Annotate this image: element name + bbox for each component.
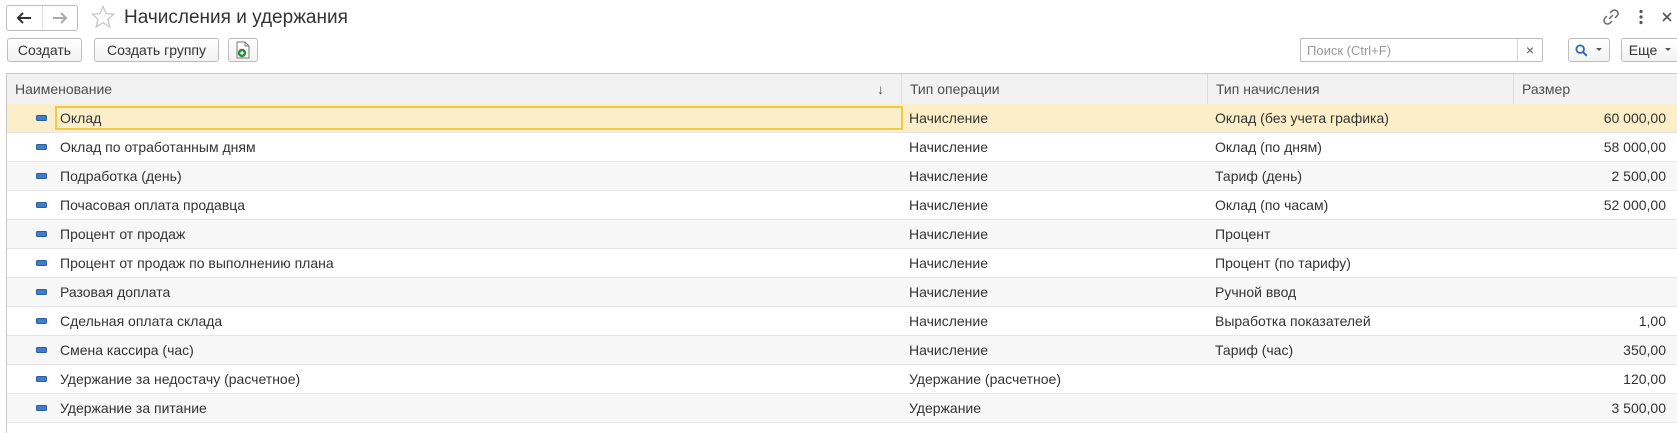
create-group-button[interactable]: Создать группу	[94, 38, 219, 62]
back-button[interactable]	[7, 6, 42, 30]
excel-export-icon	[236, 41, 250, 59]
more-menu-button[interactable]	[1632, 8, 1650, 26]
cell-accrual-type: Ручной ввод	[1215, 284, 1297, 300]
cell-operation: Удержание (расчетное)	[909, 371, 1061, 387]
favorite-button[interactable]	[90, 4, 116, 29]
table-row[interactable]: Сдельная оплата склада Начисление Выработк…	[7, 307, 1677, 336]
cell-size: 120,00	[1623, 371, 1666, 387]
cell-name: Подработка (день)	[60, 168, 182, 184]
cell-size: 2 500,00	[1611, 168, 1667, 184]
column-header-size[interactable]: Размер	[1513, 74, 1677, 104]
star-icon	[90, 4, 116, 29]
search-icon	[1574, 43, 1588, 57]
table-row[interactable]: Процент от продаж Начисление Процент	[7, 220, 1677, 249]
cell-name: Почасовая оплата продавца	[60, 197, 246, 213]
cell-size: 1,00	[1638, 313, 1666, 329]
link-icon	[1603, 9, 1619, 25]
caret-down-icon	[1595, 48, 1602, 51]
cell-operation: Начисление	[909, 168, 988, 184]
navigation-buttons	[6, 5, 78, 31]
list-item-icon	[36, 115, 47, 121]
cell-accrual-type: Оклад (без учета графика)	[1215, 110, 1389, 126]
cell-operation: Начисление	[909, 226, 988, 242]
list-item-icon	[36, 405, 47, 411]
forward-button[interactable]	[41, 6, 78, 30]
toolbar: Создать Создать группу × Еще	[0, 36, 1677, 66]
table-header: Наименование ↓ Тип операции Тип начислен…	[7, 74, 1677, 105]
cell-operation: Начисление	[909, 255, 988, 271]
cell-operation: Начисление	[909, 313, 988, 329]
list-item-icon	[36, 231, 47, 237]
sort-descending-icon: ↓	[877, 81, 884, 97]
column-header-name[interactable]: Наименование	[7, 74, 901, 104]
vertical-dots-icon	[1639, 9, 1643, 25]
list-item-icon	[36, 173, 47, 179]
cell-focus-frame	[55, 106, 903, 130]
cell-accrual-type: Тариф (час)	[1215, 342, 1294, 358]
link-button[interactable]	[1602, 8, 1620, 26]
list-item-icon	[36, 260, 47, 266]
cell-accrual-type: Процент (по тарифу)	[1215, 255, 1351, 271]
list-item-icon	[36, 144, 47, 150]
table-row[interactable]: Смена кассира (час) Начисление Тариф (час)…	[7, 336, 1677, 365]
page-title: Начисления и удержания	[124, 7, 348, 28]
cell-size: 58 000,00	[1603, 139, 1666, 155]
list-item-icon	[36, 376, 47, 382]
cell-name: Смена кассира (час)	[60, 342, 194, 358]
cell-operation: Удержание	[909, 400, 982, 416]
table-row[interactable]: Удержание за питание Удержание 3 500,00	[7, 394, 1677, 423]
create-button[interactable]: Создать	[7, 38, 82, 62]
cell-size: 350,00	[1623, 342, 1666, 358]
table-row[interactable]: Оклад Начисление Оклад (без учета графика)…	[7, 104, 1677, 133]
export-excel-button[interactable]	[228, 38, 258, 62]
table-row[interactable]: Процент от продаж по выполнению плана Нач…	[7, 249, 1677, 278]
cell-operation: Начисление	[909, 197, 988, 213]
column-header-accrual-type[interactable]: Тип начисления	[1207, 74, 1513, 104]
cell-operation: Начисление	[909, 342, 988, 358]
column-header-operation[interactable]: Тип операции	[901, 74, 1207, 104]
cell-name: Удержание за питание	[60, 400, 207, 416]
cell-operation: Начисление	[909, 139, 988, 155]
list-item-icon	[36, 318, 47, 324]
arrow-right-icon	[52, 12, 68, 24]
cell-accrual-type: Оклад (по дням)	[1215, 139, 1322, 155]
cell-size: 3 500,00	[1611, 400, 1667, 416]
table-row[interactable]: Разовая доплата Начисление Ручной ввод	[7, 278, 1677, 307]
table-row[interactable]: Оклад по отработанным дням Начисление Окла…	[7, 133, 1677, 162]
cell-name: Оклад	[60, 110, 102, 126]
list-table: Наименование ↓ Тип операции Тип начислен…	[6, 73, 1677, 433]
table-row[interactable]: Почасовая оплата продавца Начисление Оклад…	[7, 191, 1677, 220]
more-actions-label: Еще	[1628, 42, 1658, 58]
cell-accrual-type: Тариф (день)	[1215, 168, 1303, 184]
more-actions-button[interactable]: Еще	[1621, 38, 1677, 62]
close-button[interactable]	[1658, 8, 1676, 26]
cell-size: 52 000,00	[1603, 197, 1666, 213]
caret-down-icon	[1665, 48, 1672, 51]
search-input[interactable]	[1301, 39, 1513, 61]
cell-accrual-type: Процент	[1215, 226, 1271, 242]
table-row[interactable]: Подработка (день) Начисление Тариф (день) 2…	[7, 162, 1677, 191]
cell-accrual-type: Выработка показателей	[1215, 313, 1371, 329]
search-box: ×	[1300, 38, 1543, 62]
search-options-button[interactable]	[1568, 38, 1610, 62]
search-clear-button[interactable]: ×	[1517, 39, 1542, 61]
list-item-icon	[36, 289, 47, 295]
cell-name: Процент от продаж	[60, 226, 186, 242]
title-bar: Начисления и удержания	[0, 0, 1677, 34]
list-item-icon	[36, 202, 47, 208]
cell-name: Оклад по отработанным дням	[60, 139, 256, 155]
table-row[interactable]: Удержание за недостачу (расчетное) Удержа…	[7, 365, 1677, 394]
cell-accrual-type: Оклад (по часам)	[1215, 197, 1329, 213]
list-item-icon	[36, 347, 47, 353]
cell-name: Разовая доплата	[60, 284, 171, 300]
cell-size: 60 000,00	[1603, 110, 1666, 126]
close-icon	[1662, 12, 1672, 22]
cell-operation: Начисление	[909, 110, 988, 126]
cell-name: Сдельная оплата склада	[60, 313, 223, 329]
cell-name: Удержание за недостачу (расчетное)	[60, 371, 301, 387]
arrow-left-icon	[16, 12, 32, 24]
cell-operation: Начисление	[909, 284, 988, 300]
cell-name: Процент от продаж по выполнению плана	[60, 255, 334, 271]
